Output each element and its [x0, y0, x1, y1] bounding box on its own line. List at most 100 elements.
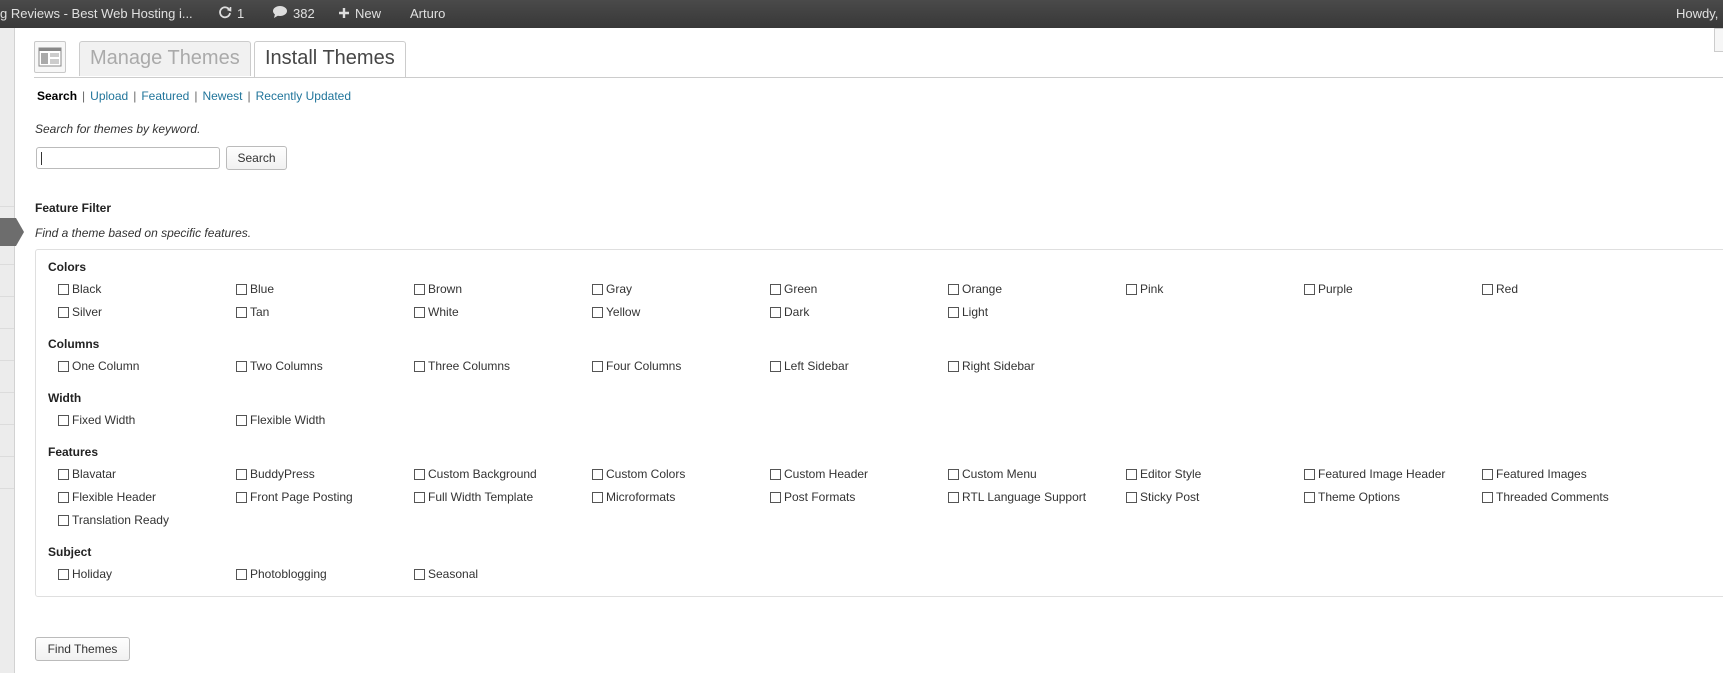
checkbox[interactable]: [414, 361, 425, 372]
filter-option[interactable]: Gray: [592, 282, 632, 298]
checkbox[interactable]: [58, 492, 69, 503]
checkbox[interactable]: [236, 569, 247, 580]
filter-option[interactable]: Custom Background: [414, 467, 537, 483]
site-title-link[interactable]: g Reviews - Best Web Hosting i...: [0, 0, 193, 28]
checkbox[interactable]: [236, 492, 247, 503]
find-themes-button[interactable]: Find Themes: [35, 637, 130, 661]
checkbox[interactable]: [1304, 469, 1315, 480]
checkbox[interactable]: [1126, 284, 1137, 295]
filter-option[interactable]: Tan: [236, 305, 269, 321]
filter-option[interactable]: Yellow: [592, 305, 640, 321]
filter-option[interactable]: Green: [770, 282, 817, 298]
checkbox[interactable]: [592, 361, 603, 372]
filter-option[interactable]: Dark: [770, 305, 809, 321]
filter-option[interactable]: BuddyPress: [236, 467, 315, 483]
checkbox[interactable]: [414, 284, 425, 295]
filter-option[interactable]: Translation Ready: [58, 513, 169, 529]
checkbox[interactable]: [236, 469, 247, 480]
filter-option[interactable]: Theme Options: [1304, 490, 1400, 506]
checkbox[interactable]: [58, 515, 69, 526]
checkbox[interactable]: [592, 307, 603, 318]
search-button[interactable]: Search: [226, 146, 287, 170]
subnav-upload[interactable]: Upload: [90, 89, 128, 103]
checkbox[interactable]: [770, 492, 781, 503]
filter-option[interactable]: Four Columns: [592, 359, 681, 375]
checkbox[interactable]: [414, 469, 425, 480]
filter-option[interactable]: RTL Language Support: [948, 490, 1086, 506]
filter-option[interactable]: Sticky Post: [1126, 490, 1199, 506]
user-link[interactable]: Arturo: [410, 0, 445, 28]
checkbox[interactable]: [770, 284, 781, 295]
comments-link[interactable]: 382: [272, 0, 315, 28]
checkbox[interactable]: [414, 307, 425, 318]
filter-option[interactable]: Featured Images: [1482, 467, 1587, 483]
filter-option[interactable]: Red: [1482, 282, 1518, 298]
filter-option[interactable]: Fixed Width: [58, 413, 135, 429]
filter-option[interactable]: Full Width Template: [414, 490, 533, 506]
filter-option[interactable]: Orange: [948, 282, 1002, 298]
filter-option[interactable]: Three Columns: [414, 359, 510, 375]
filter-option[interactable]: One Column: [58, 359, 139, 375]
checkbox[interactable]: [58, 415, 69, 426]
search-input[interactable]: [36, 147, 220, 169]
filter-option[interactable]: Flexible Width: [236, 413, 325, 429]
filter-option[interactable]: Custom Menu: [948, 467, 1037, 483]
checkbox[interactable]: [1482, 492, 1493, 503]
checkbox[interactable]: [948, 492, 959, 503]
checkbox[interactable]: [1482, 469, 1493, 480]
checkbox[interactable]: [58, 361, 69, 372]
checkbox[interactable]: [770, 307, 781, 318]
checkbox[interactable]: [1304, 492, 1315, 503]
checkbox[interactable]: [592, 492, 603, 503]
filter-option[interactable]: Pink: [1126, 282, 1163, 298]
my-account-link[interactable]: Howdy,: [1676, 0, 1718, 28]
checkbox[interactable]: [1126, 469, 1137, 480]
filter-option[interactable]: Purple: [1304, 282, 1353, 298]
filter-option[interactable]: Black: [58, 282, 101, 298]
subnav-featured[interactable]: Featured: [141, 89, 189, 103]
checkbox[interactable]: [236, 307, 247, 318]
checkbox[interactable]: [1482, 284, 1493, 295]
filter-option[interactable]: Blavatar: [58, 467, 116, 483]
filter-option[interactable]: Photoblogging: [236, 567, 327, 583]
checkbox[interactable]: [414, 569, 425, 580]
filter-option[interactable]: Editor Style: [1126, 467, 1201, 483]
filter-option[interactable]: Brown: [414, 282, 462, 298]
filter-option[interactable]: Left Sidebar: [770, 359, 849, 375]
tab-install-themes[interactable]: Install Themes: [254, 41, 406, 77]
filter-option[interactable]: Right Sidebar: [948, 359, 1035, 375]
filter-option[interactable]: Light: [948, 305, 988, 321]
checkbox[interactable]: [236, 284, 247, 295]
checkbox[interactable]: [948, 361, 959, 372]
tab-manage-themes[interactable]: Manage Themes: [79, 41, 251, 76]
filter-option[interactable]: Microformats: [592, 490, 675, 506]
checkbox[interactable]: [236, 415, 247, 426]
new-content-link[interactable]: New: [338, 0, 381, 28]
checkbox[interactable]: [58, 284, 69, 295]
filter-option[interactable]: Custom Colors: [592, 467, 685, 483]
subnav-newest[interactable]: Newest: [202, 89, 242, 103]
checkbox[interactable]: [414, 492, 425, 503]
filter-option[interactable]: Front Page Posting: [236, 490, 353, 506]
updates-link[interactable]: 1: [218, 0, 244, 28]
checkbox[interactable]: [592, 284, 603, 295]
checkbox[interactable]: [770, 469, 781, 480]
filter-option[interactable]: Flexible Header: [58, 490, 156, 506]
filter-option[interactable]: Silver: [58, 305, 102, 321]
subnav-search[interactable]: Search: [37, 89, 77, 103]
filter-option[interactable]: Post Formats: [770, 490, 855, 506]
checkbox[interactable]: [236, 361, 247, 372]
checkbox[interactable]: [948, 307, 959, 318]
checkbox[interactable]: [770, 361, 781, 372]
filter-option[interactable]: Custom Header: [770, 467, 868, 483]
filter-option[interactable]: Holiday: [58, 567, 112, 583]
filter-option[interactable]: Threaded Comments: [1482, 490, 1609, 506]
filter-option[interactable]: Featured Image Header: [1304, 467, 1445, 483]
checkbox[interactable]: [58, 469, 69, 480]
subnav-recently-updated[interactable]: Recently Updated: [256, 89, 351, 103]
checkbox[interactable]: [1126, 492, 1137, 503]
filter-option[interactable]: Blue: [236, 282, 274, 298]
checkbox[interactable]: [592, 469, 603, 480]
checkbox[interactable]: [58, 307, 69, 318]
filter-option[interactable]: Two Columns: [236, 359, 323, 375]
